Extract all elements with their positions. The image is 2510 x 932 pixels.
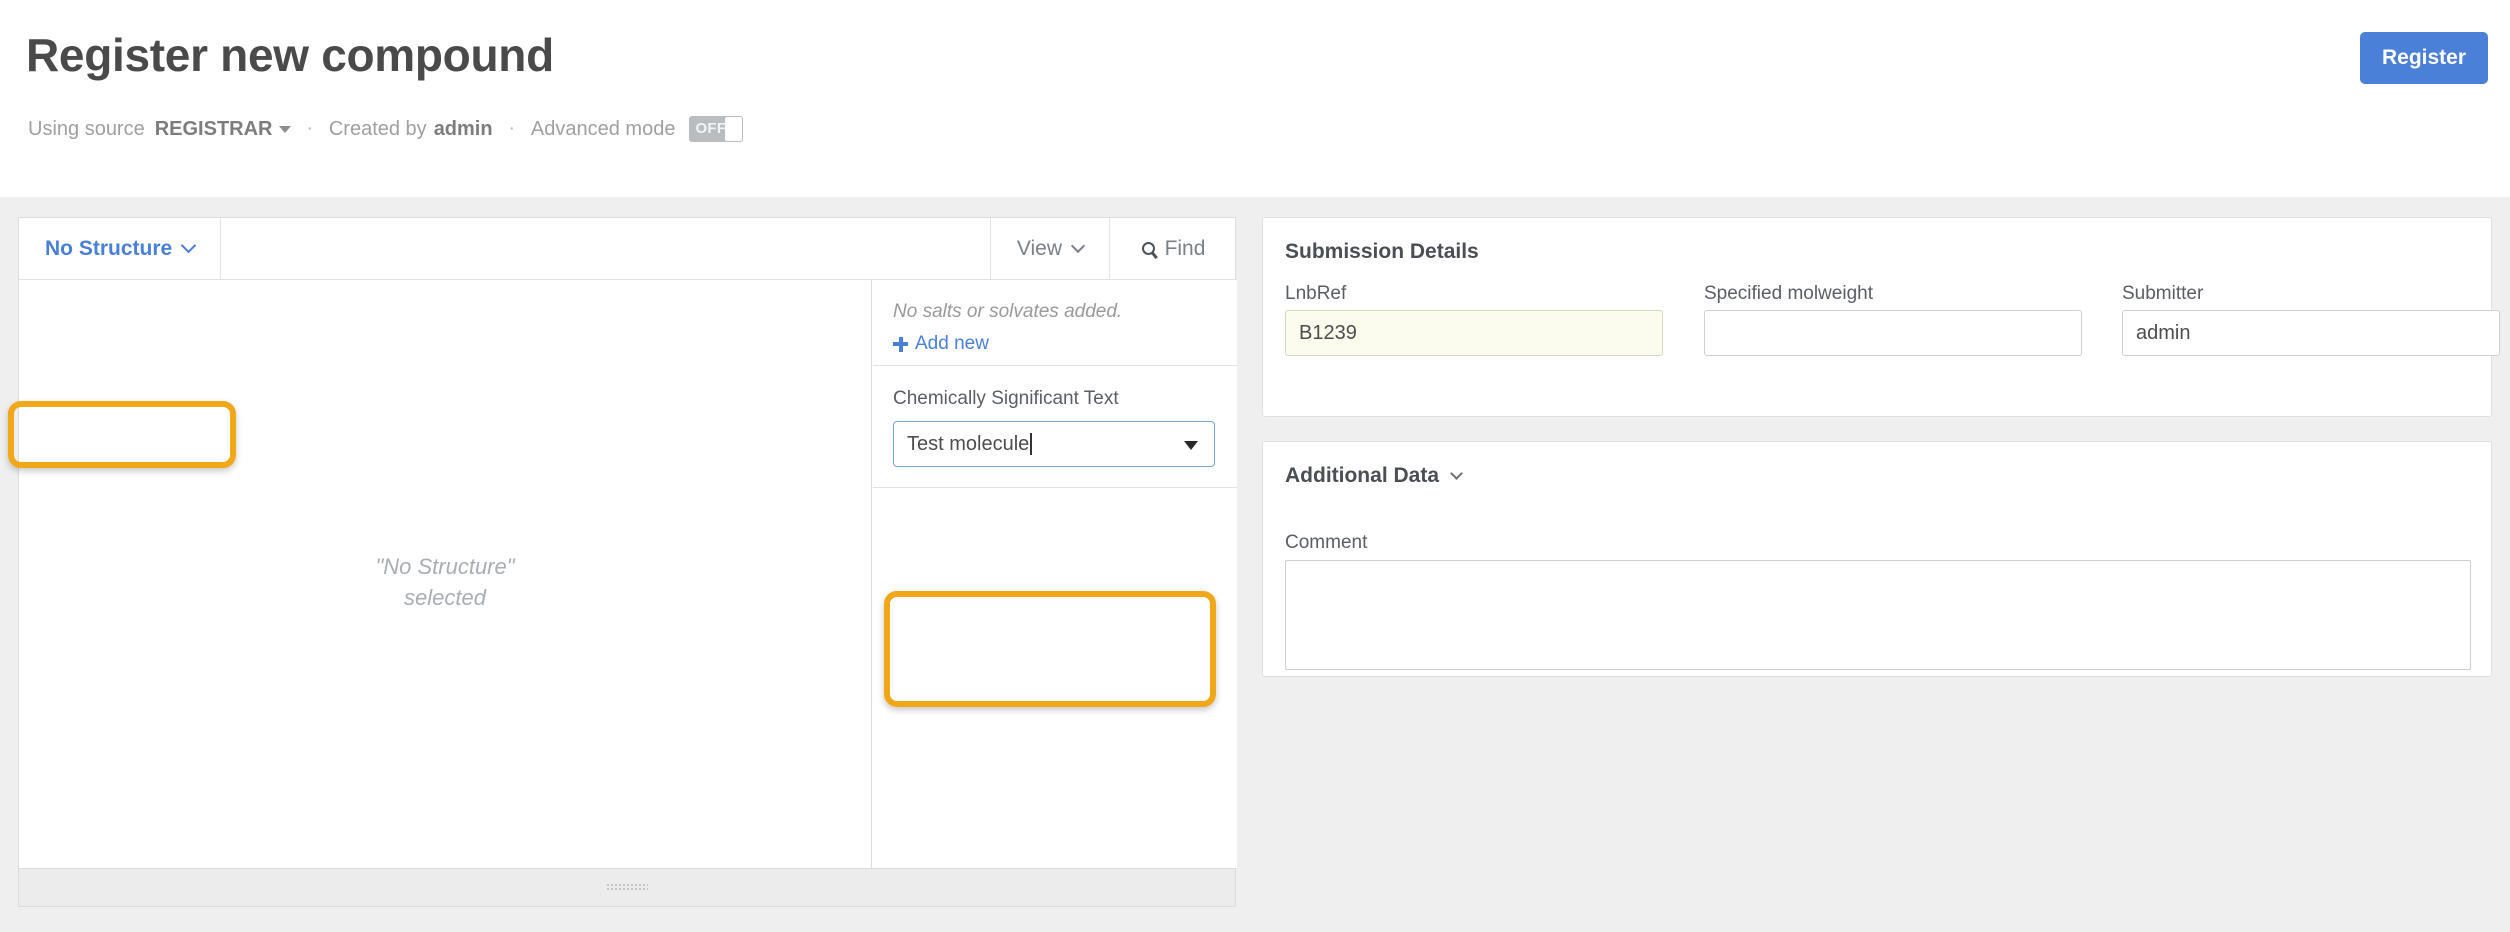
chemically-significant-text-label: Chemically Significant Text — [893, 388, 1217, 410]
page-body: No Structure View Find "No Structure" se… — [0, 197, 2510, 932]
page-title: Register new compound — [26, 28, 554, 82]
advanced-mode-toggle[interactable]: OFF — [689, 116, 743, 142]
view-button-label: View — [1017, 237, 1062, 261]
find-button[interactable]: Find — [1109, 218, 1237, 279]
meta-separator-1: · — [307, 118, 313, 140]
advanced-mode-toggle-state: OFF — [695, 120, 726, 137]
structure-select-dropdown[interactable]: No Structure — [19, 218, 221, 279]
comment-label: Comment — [1285, 532, 1367, 554]
grip-dots-icon — [606, 883, 648, 892]
chevron-down-icon — [279, 126, 291, 133]
advanced-mode-label: Advanced mode — [531, 118, 676, 141]
chemically-significant-text-section: Chemically Significant Text Test molecul… — [873, 367, 1237, 488]
lnbref-value: B1239 — [1299, 322, 1357, 345]
chemically-significant-text-value: Test molecule — [894, 433, 1029, 456]
dropdown-arrow-icon[interactable] — [1184, 441, 1198, 450]
editor-side-panel: No salts or solvates added. Add new Chem… — [873, 280, 1237, 868]
created-by-label: Created by — [329, 118, 427, 141]
structure-canvas[interactable]: "No Structure" selected — [19, 280, 872, 868]
chemically-significant-text-input[interactable]: Test molecule — [893, 421, 1215, 467]
canvas-placeholder-line1: "No Structure" — [19, 551, 871, 582]
editor-toolbar: No Structure View Find — [19, 218, 1237, 280]
canvas-placeholder-line2: selected — [19, 582, 871, 613]
source-select[interactable]: REGISTRAR — [145, 118, 291, 141]
additional-data-title: Additional Data — [1285, 464, 1439, 488]
register-button[interactable]: Register — [2360, 32, 2488, 84]
structure-select-label: No Structure — [45, 237, 172, 261]
lnbref-input[interactable]: B1239 — [1285, 310, 1663, 356]
created-by-value: admin — [434, 118, 493, 141]
additional-data-toggle[interactable]: Additional Data — [1285, 464, 1461, 488]
chevron-down-icon — [1450, 467, 1463, 480]
structure-editor-card: No Structure View Find "No Structure" se… — [18, 217, 1236, 907]
submitter-label: Submitter — [2122, 283, 2203, 305]
additional-data-card: Additional Data Comment — [1262, 441, 2492, 677]
canvas-placeholder: "No Structure" selected — [19, 551, 871, 613]
page-header: Register new compound Using source REGIS… — [0, 0, 2510, 197]
chevron-down-icon — [1071, 238, 1085, 252]
submitter-value: admin — [2136, 322, 2190, 345]
specified-molweight-input[interactable] — [1704, 310, 2082, 356]
text-cursor — [1030, 433, 1032, 455]
find-button-label: Find — [1165, 237, 1206, 261]
plus-icon — [893, 337, 908, 352]
lnbref-label: LnbRef — [1285, 283, 1346, 305]
editor-resize-handle[interactable] — [19, 868, 1235, 906]
toggle-knob — [725, 117, 742, 141]
header-meta-row: Using source REGISTRAR · Created by admi… — [28, 116, 743, 142]
view-menu-button[interactable]: View — [990, 218, 1109, 279]
meta-separator-2: · — [509, 118, 515, 140]
comment-textarea[interactable] — [1285, 560, 2471, 670]
specified-molweight-label: Specified molweight — [1704, 283, 1873, 305]
search-icon — [1142, 242, 1155, 255]
chevron-down-icon — [181, 238, 197, 254]
using-source-label: Using source — [28, 118, 145, 141]
submission-details-card: Submission Details LnbRef B1239 Specifie… — [1262, 217, 2492, 417]
submission-details-title: Submission Details — [1285, 240, 1479, 264]
add-new-label: Add new — [915, 333, 989, 355]
source-select-value: REGISTRAR — [155, 118, 273, 141]
salts-empty-text: No salts or solvates added. — [893, 301, 1237, 323]
submitter-input[interactable]: admin — [2122, 310, 2500, 356]
add-new-salt-link[interactable]: Add new — [893, 333, 1237, 355]
salts-solvates-section: No salts or solvates added. Add new — [873, 280, 1237, 366]
